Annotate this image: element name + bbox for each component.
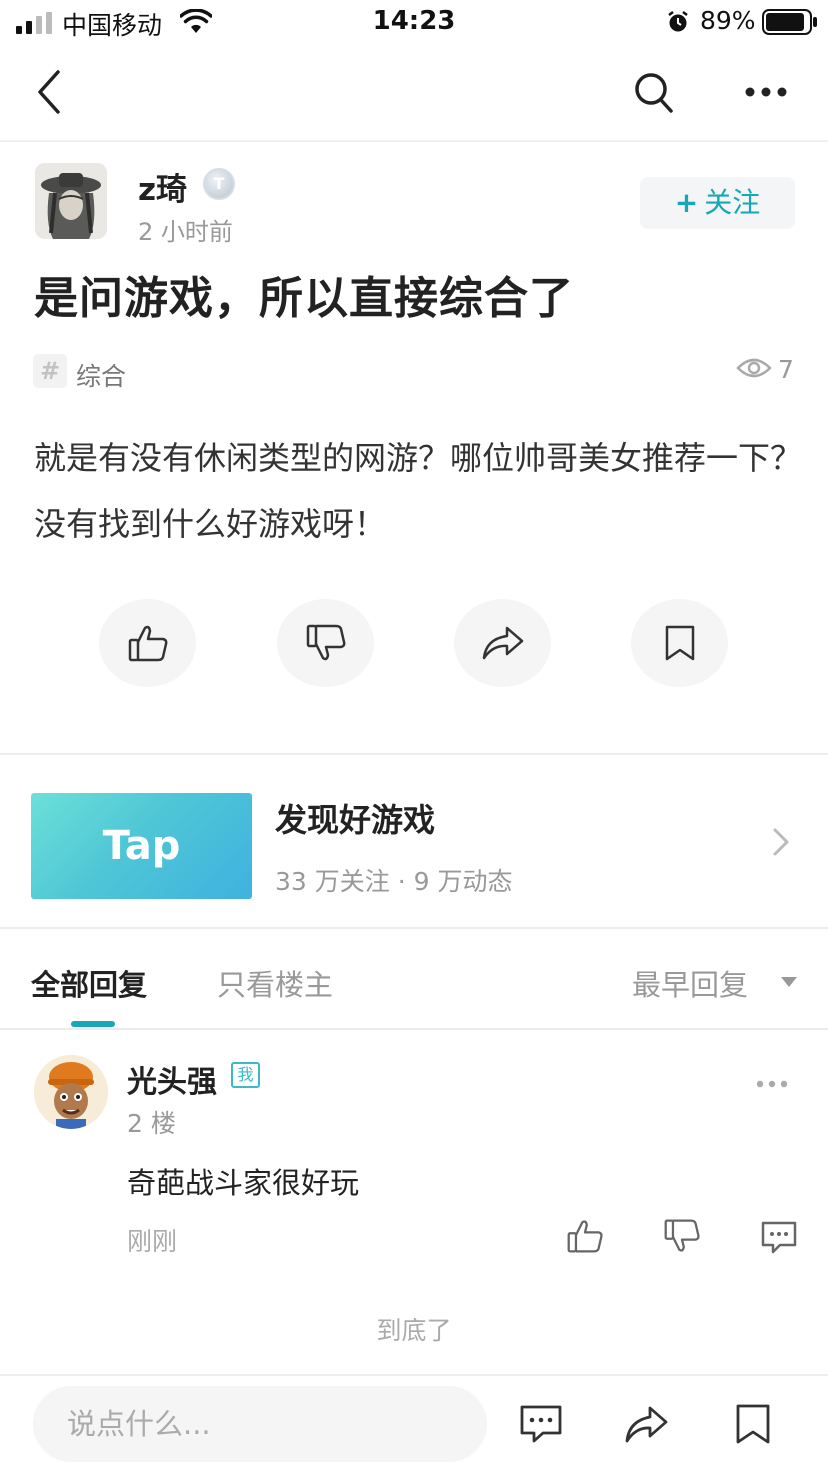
follow-label: 关注 bbox=[704, 186, 761, 219]
thumbs-up-icon[interactable] bbox=[566, 1217, 604, 1255]
game-title[interactable]: 发现好游戏 bbox=[275, 795, 435, 841]
post-body: 就是有没有休闲类型的网游？哪位帅哥美女推荐一下？没有找到什么好游戏呀！ bbox=[34, 439, 803, 543]
active-tab-indicator bbox=[71, 1021, 115, 1027]
share-button[interactable] bbox=[454, 599, 551, 687]
hashtag-icon[interactable]: # bbox=[33, 354, 67, 388]
search-icon[interactable] bbox=[634, 72, 674, 114]
nav-divider bbox=[0, 140, 828, 142]
game-stats: 33 万关注 · 9 万动态 bbox=[275, 867, 513, 896]
game-banner[interactable]: Tap bbox=[31, 793, 252, 899]
game-banner-text: Tap bbox=[102, 823, 181, 869]
author-level-badge: T bbox=[203, 168, 235, 200]
thumbs-up-icon bbox=[128, 625, 167, 662]
caret-down-icon[interactable] bbox=[780, 976, 798, 988]
reply-text: 奇葩战斗家很好玩 bbox=[127, 1166, 360, 1200]
comment-input[interactable] bbox=[33, 1386, 487, 1462]
post-detail-page: 中国移动 14:23 89% z琦 T 2 小时前 + 关注 是问游戏，所以直接… bbox=[0, 0, 828, 1473]
bottom-divider bbox=[0, 1374, 828, 1376]
battery-percent: 89% bbox=[700, 6, 756, 35]
section-divider bbox=[0, 753, 828, 755]
reply-avatar[interactable] bbox=[34, 1055, 108, 1129]
section-divider bbox=[0, 1028, 828, 1030]
more-horizontal-icon[interactable] bbox=[756, 1080, 788, 1088]
chevron-left-icon[interactable] bbox=[36, 70, 62, 114]
reply-time: 刚刚 bbox=[127, 1227, 178, 1256]
avatar-illustration bbox=[34, 1055, 108, 1129]
comment-icon[interactable] bbox=[519, 1403, 563, 1445]
comment-icon[interactable] bbox=[760, 1219, 798, 1255]
post-title: 是问游戏，所以直接综合了 bbox=[34, 273, 574, 324]
bookmark-button[interactable] bbox=[631, 599, 728, 687]
reply-floor: 2 楼 bbox=[127, 1109, 176, 1138]
tab-op-only[interactable]: 只看楼主 bbox=[217, 962, 333, 1004]
me-badge: 我 bbox=[231, 1062, 260, 1088]
status-bar: 中国移动 14:23 89% bbox=[0, 0, 828, 48]
tab-all-replies[interactable]: 全部回复 bbox=[31, 962, 147, 1004]
follow-button[interactable]: + 关注 bbox=[640, 177, 795, 229]
post-tag[interactable]: 综合 bbox=[76, 357, 126, 393]
reply-author-name[interactable]: 光头强 bbox=[127, 1057, 217, 1101]
bookmark-icon[interactable] bbox=[731, 1403, 775, 1445]
post-time: 2 小时前 bbox=[138, 218, 233, 246]
like-button[interactable] bbox=[99, 599, 196, 687]
thumbs-down-icon[interactable] bbox=[663, 1217, 701, 1255]
author-name[interactable]: z琦 bbox=[138, 164, 187, 209]
bookmark-icon bbox=[665, 625, 694, 661]
author-avatar[interactable] bbox=[35, 163, 107, 239]
dislike-button[interactable] bbox=[277, 599, 374, 687]
eye-icon bbox=[736, 358, 772, 378]
alarm-icon bbox=[668, 11, 688, 32]
chevron-right-icon[interactable] bbox=[770, 827, 792, 857]
battery-icon bbox=[762, 9, 817, 35]
plus-icon: + bbox=[674, 186, 699, 219]
more-horizontal-icon[interactable] bbox=[744, 86, 788, 98]
end-of-list-text: 到底了 bbox=[376, 1316, 452, 1345]
thumbs-down-icon bbox=[306, 624, 345, 661]
sort-dropdown[interactable]: 最早回复 bbox=[632, 962, 748, 1004]
view-count: 7 bbox=[778, 355, 794, 384]
share-arrow-icon[interactable] bbox=[624, 1403, 668, 1445]
avatar-illustration bbox=[35, 163, 107, 239]
share-arrow-icon bbox=[482, 626, 523, 660]
section-divider bbox=[0, 927, 828, 929]
